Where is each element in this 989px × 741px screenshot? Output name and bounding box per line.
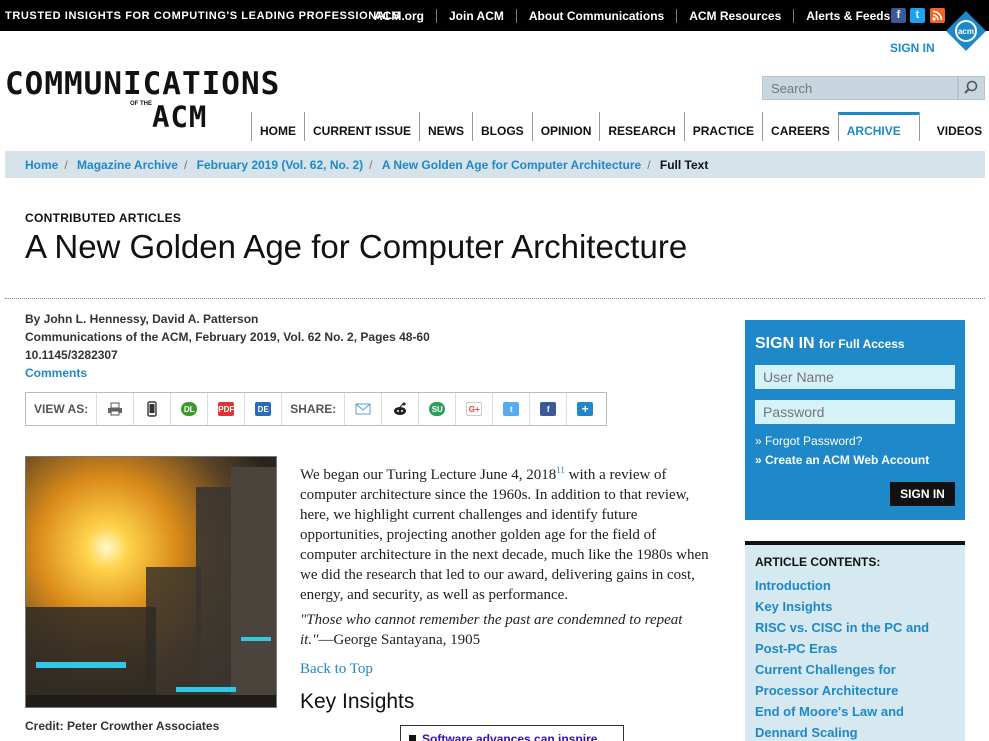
top-link-acm-org[interactable]: ACM.org bbox=[374, 9, 437, 23]
twitter-share-icon[interactable]: t bbox=[492, 393, 529, 425]
search-icon bbox=[964, 80, 978, 94]
nav-videos[interactable]: VIDEOS bbox=[918, 112, 989, 141]
acm-badge-icon[interactable]: acm bbox=[946, 11, 986, 51]
nav-home[interactable]: HOME bbox=[251, 112, 304, 141]
top-bar: TRUSTED INSIGHTS FOR COMPUTING'S LEADING… bbox=[0, 0, 989, 31]
top-link-resources[interactable]: ACM Resources bbox=[677, 9, 795, 23]
top-link-join-acm[interactable]: Join ACM bbox=[437, 9, 517, 23]
breadcrumb-home[interactable]: Home bbox=[25, 158, 58, 172]
top-nav: ACM.org Join ACM About Communications AC… bbox=[374, 9, 902, 23]
article-contents: ARTICLE CONTENTS: Introduction Key Insig… bbox=[745, 541, 965, 741]
contents-item[interactable]: Dennard Scaling bbox=[755, 722, 955, 741]
search-button[interactable] bbox=[958, 76, 985, 100]
breadcrumb-magazine-archive[interactable]: Magazine Archive bbox=[77, 158, 178, 172]
article-paragraph: We began our Turing Lecture June 4, 2018… bbox=[300, 465, 709, 603]
view-as-label: VIEW AS: bbox=[34, 402, 89, 416]
top-sign-in-link[interactable]: SIGN IN bbox=[890, 41, 935, 55]
tagline: TRUSTED INSIGHTS FOR COMPUTING'S LEADING… bbox=[5, 10, 401, 22]
mobile-icon[interactable] bbox=[133, 393, 170, 425]
top-link-about[interactable]: About Communications bbox=[517, 9, 678, 23]
twitter-icon[interactable]: t bbox=[910, 8, 925, 23]
contents-item[interactable]: Current Challenges for bbox=[755, 659, 955, 680]
pdf-icon[interactable]: PDF bbox=[207, 393, 244, 425]
create-account-link[interactable]: » Create an ACM Web Account bbox=[755, 453, 929, 467]
nav-news[interactable]: NEWS bbox=[419, 112, 472, 141]
key-insights-box: Software advances can inspire bbox=[400, 725, 624, 741]
main-nav: HOME CURRENT ISSUE NEWS BLOGS OPINION RE… bbox=[251, 112, 989, 141]
page-title: A New Golden Age for Computer Architectu… bbox=[25, 228, 688, 265]
forgot-password-link[interactable]: » Forgot Password? bbox=[755, 434, 862, 448]
search-box bbox=[762, 76, 958, 100]
back-to-top-link[interactable]: Back to Top bbox=[300, 661, 373, 678]
article-doi: 10.1145/3282307 bbox=[25, 348, 118, 362]
password-field[interactable] bbox=[755, 400, 955, 424]
contents-item[interactable]: Introduction bbox=[755, 575, 955, 596]
divider bbox=[5, 298, 985, 299]
breadcrumb-current: Full Text bbox=[659, 158, 709, 172]
nav-opinion[interactable]: OPINION bbox=[531, 112, 600, 141]
acm-badge-text: acm bbox=[958, 27, 974, 36]
breadcrumb: Home / Magazine Archive / February 2019 (V… bbox=[5, 151, 985, 178]
contents-item[interactable]: End of Moore's Law and bbox=[755, 701, 955, 722]
logo-acm[interactable]: ACM bbox=[152, 100, 207, 134]
contents-header: ARTICLE CONTENTS: bbox=[755, 555, 881, 569]
search-input[interactable] bbox=[763, 77, 957, 99]
sign-in-button[interactable]: SIGN IN bbox=[890, 482, 955, 506]
top-link-alerts[interactable]: Alerts & Feeds bbox=[794, 9, 902, 23]
contents-item[interactable]: Post-PC Eras bbox=[755, 638, 955, 659]
nav-practice[interactable]: PRACTICE bbox=[683, 112, 762, 141]
stumbleupon-icon[interactable]: SU bbox=[418, 393, 455, 425]
key-insights-heading: Key Insights bbox=[300, 690, 415, 713]
article-authors: By John L. Hennessy, David A. Patterson bbox=[25, 312, 259, 326]
nav-current-issue[interactable]: CURRENT ISSUE bbox=[304, 112, 419, 141]
breadcrumb-article[interactable]: A New Golden Age for Computer Architectu… bbox=[382, 158, 641, 172]
nav-careers[interactable]: CAREERS bbox=[762, 112, 838, 141]
sign-in-subtitle: for Full Access bbox=[819, 337, 905, 351]
digital-edition-icon[interactable]: DE bbox=[244, 393, 281, 425]
digital-library-icon[interactable]: DL bbox=[170, 393, 207, 425]
article-image bbox=[25, 456, 277, 708]
breadcrumb-issue[interactable]: February 2019 (Vol. 62, No. 2) bbox=[197, 158, 364, 172]
reddit-icon[interactable] bbox=[381, 393, 418, 425]
print-icon[interactable] bbox=[96, 393, 133, 425]
share-label: SHARE: bbox=[281, 393, 344, 425]
rss-icon[interactable] bbox=[930, 8, 945, 23]
section-label: CONTRIBUTED ARTICLES bbox=[25, 211, 182, 225]
bullet-icon bbox=[409, 735, 416, 741]
contents-item[interactable]: Key Insights bbox=[755, 596, 955, 617]
contents-item[interactable]: Processor Architecture bbox=[755, 680, 955, 701]
nav-blogs[interactable]: BLOGS bbox=[472, 112, 532, 141]
comments-link[interactable]: Comments bbox=[25, 366, 87, 380]
email-icon[interactable] bbox=[344, 393, 381, 425]
facebook-icon[interactable]: f bbox=[891, 8, 906, 23]
footnote-link[interactable]: 11 bbox=[556, 465, 565, 475]
view-share-bar: VIEW AS: DL PDF DE SHARE: SU G+ t f + bbox=[25, 392, 607, 426]
more-share-icon[interactable]: + bbox=[566, 393, 603, 425]
image-credit: Credit: Peter Crowther Associates bbox=[25, 719, 220, 733]
nav-archive[interactable]: ARCHIVE bbox=[837, 112, 919, 141]
article-citation: Communications of the ACM, February 2019… bbox=[25, 330, 430, 344]
insight-item[interactable]: Software advances can inspire bbox=[422, 732, 597, 741]
nav-research[interactable]: RESEARCH bbox=[599, 112, 683, 141]
contents-item[interactable]: RISC vs. CISC in the PC and bbox=[755, 617, 955, 638]
sign-in-title: SIGN IN bbox=[755, 335, 815, 352]
logo-of-the: OF THE bbox=[130, 101, 152, 107]
facebook-share-icon[interactable]: f bbox=[529, 393, 566, 425]
google-plus-icon[interactable]: G+ bbox=[455, 393, 492, 425]
username-field[interactable] bbox=[755, 365, 955, 389]
logo-communications[interactable]: COMMUNICATIONS bbox=[5, 66, 280, 102]
article-quote: "Those who cannot remember the past are … bbox=[300, 612, 683, 648]
